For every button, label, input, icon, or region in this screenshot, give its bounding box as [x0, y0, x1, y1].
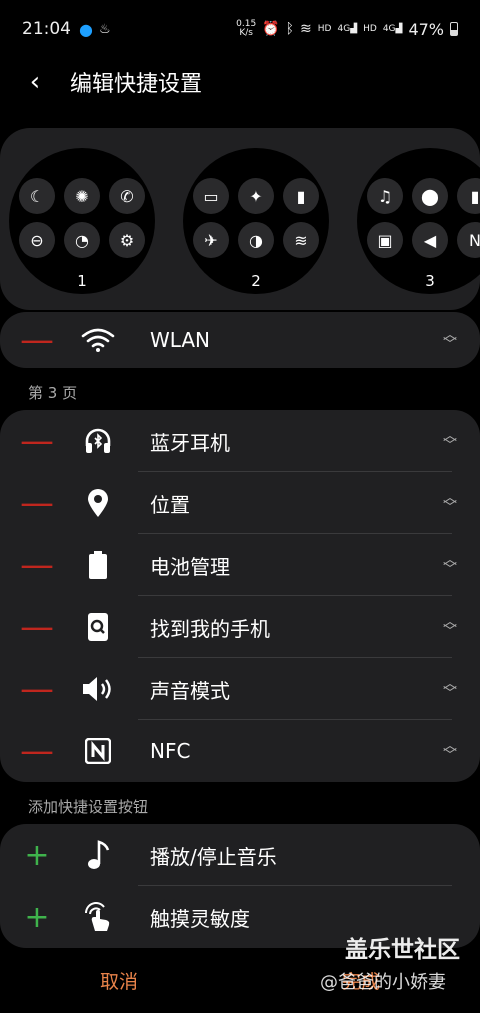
music-note-icon [74, 840, 122, 870]
clock: 21:04 [22, 19, 71, 39]
tile-label: 找到我的手机 [150, 616, 270, 641]
tile-label: 电池管理 [150, 554, 230, 579]
qq-icon: ● [79, 19, 93, 39]
net-speed: 0.15 K/s [236, 19, 257, 38]
signal-icon: 4G▟ [337, 24, 358, 34]
section-title-page-3: 第 3 页 [28, 384, 78, 402]
preview-page-2[interactable]: ▭ ✦ ▮ ✈ ◑ ≋ 2 [183, 148, 329, 294]
tile-row-play-stop-music[interactable]: + 播放/停止音乐 [0, 824, 480, 886]
tile-row-find-my-phone[interactable]: — 找到我的手机 ︿ ﹀ [0, 596, 480, 658]
nfc-icon: N [457, 222, 480, 258]
tile-label: WLAN [150, 328, 211, 352]
settings-icon: ⚙ [109, 222, 145, 258]
wifi-calling-icon: ✆ [109, 178, 145, 214]
screen-recorder-icon: ▭ [193, 178, 229, 214]
drag-handle-icon[interactable]: ︿ ﹀ [420, 491, 480, 515]
back-icon[interactable]: ‹ [0, 67, 70, 97]
section-title-add: 添加快捷设置按钮 [28, 798, 149, 816]
signal-icon-2: 4G▟ [382, 24, 403, 34]
airplane-mode-icon: ✈ [193, 222, 229, 258]
wifi-icon: ≋ [283, 222, 319, 258]
screen-timeout-icon: ◔ [64, 222, 100, 258]
sound-icon: ◀ [412, 222, 448, 258]
location-icon: ⬤ [412, 178, 448, 214]
battery-percent: 47% [408, 19, 444, 39]
cancel-button[interactable]: 取消 [100, 967, 138, 994]
drag-handle-icon[interactable]: ︿ ﹀ [420, 739, 480, 763]
hd-badge: HD [317, 24, 332, 34]
status-bar: 21:04 ● ♨ 0.15 K/s ⏰ ᛒ ≋ HD 4G▟ HD 4G▟ 4… [0, 0, 480, 58]
sound-icon [74, 675, 122, 703]
watermark-author: @爸爸的小娇妻 [320, 972, 446, 993]
battery-icon [74, 550, 122, 580]
page-3-list: — 蓝牙耳机 ︿ ﹀ — 位置 ︿ ﹀ — 电池管理 ︿ ﹀ — 找到我的手机 ︿ ﹀ [0, 410, 480, 782]
wifi-icon [74, 327, 122, 353]
alarm-icon: ⏰ [262, 21, 280, 37]
page-number: 1 [77, 272, 87, 290]
tile-row-location[interactable]: — 位置 ︿ ﹀ [0, 472, 480, 534]
night-mode-icon: ☾ [19, 178, 55, 214]
battery-icon: ▮ [457, 178, 480, 214]
do-not-disturb-icon: ⊖ [19, 222, 55, 258]
wifi-status-icon: ≋ [300, 21, 312, 37]
tile-label: 触摸灵敏度 [150, 906, 250, 931]
bluetooth-headphones-icon [74, 426, 122, 456]
find-my-phone-icon: ▣ [367, 222, 403, 258]
wlan-card: — WLAN ︿ ﹀ [0, 312, 480, 368]
page-number: 2 [251, 272, 261, 290]
bluetooth-headphones-icon: ♫ [367, 178, 403, 214]
location-icon [74, 488, 122, 518]
drag-handle-icon[interactable]: ︿ ﹀ [420, 615, 480, 639]
header: ‹ 编辑快捷设置 [0, 58, 480, 106]
drag-handle-icon[interactable]: ︿ ﹀ [420, 429, 480, 453]
tile-row-bluetooth-headphones[interactable]: — 蓝牙耳机 ︿ ﹀ [0, 410, 480, 472]
drag-handle-icon[interactable]: ︿ ﹀ [420, 677, 480, 701]
wifi-icon [81, 328, 115, 352]
blue-light-filter-icon: ◑ [238, 222, 274, 258]
drag-handle-icon[interactable]: ︿ ﹀ [420, 553, 480, 577]
page-title: 编辑快捷设置 [70, 72, 203, 97]
battery-status-icon [450, 22, 458, 36]
brightness-icon: ✺ [64, 178, 100, 214]
add-icon[interactable]: + [0, 900, 74, 935]
tile-row-battery[interactable]: — 电池管理 ︿ ﹀ [0, 534, 480, 596]
tile-label: 声音模式 [150, 678, 230, 703]
tile-label: 蓝牙耳机 [150, 430, 230, 455]
preview-page-1[interactable]: ☾ ✺ ✆ ⊖ ◔ ⚙ 1 [9, 148, 155, 294]
quick-panel-preview: ☾ ✺ ✆ ⊖ ◔ ⚙ 1 ▭ ✦ ▮ ✈ ◑ ≋ 2 ♫ ⬤ ▮ ▣ ◀ N … [0, 128, 480, 310]
find-my-phone-icon [74, 612, 122, 642]
nfc-icon [74, 738, 122, 764]
hd-badge-2: HD [363, 24, 377, 34]
add-icon[interactable]: + [0, 838, 74, 873]
tile-label: 播放/停止音乐 [150, 844, 277, 869]
tile-row-nfc[interactable]: — NFC ︿ ﹀ [0, 720, 480, 782]
tile-row-sound-mode[interactable]: — 声音模式 ︿ ﹀ [0, 658, 480, 720]
tile-row-wlan[interactable]: — WLAN ︿ ﹀ [0, 312, 480, 368]
notification-icon: ♨ [98, 21, 111, 37]
touch-sensitivity-icon [74, 901, 122, 933]
bluetooth-icon: ᛒ [285, 21, 295, 37]
flashlight-icon: ✦ [238, 178, 274, 214]
power-saving-icon: ▮ [283, 178, 319, 214]
tile-label: NFC [150, 739, 191, 763]
page-number: 3 [425, 272, 435, 290]
drag-handle-icon[interactable]: ︿ ﹀ [420, 328, 480, 352]
preview-page-3[interactable]: ♫ ⬤ ▮ ▣ ◀ N 3 [357, 148, 480, 294]
tile-label: 位置 [150, 492, 190, 517]
watermark: 盖乐世社区 [345, 937, 460, 963]
